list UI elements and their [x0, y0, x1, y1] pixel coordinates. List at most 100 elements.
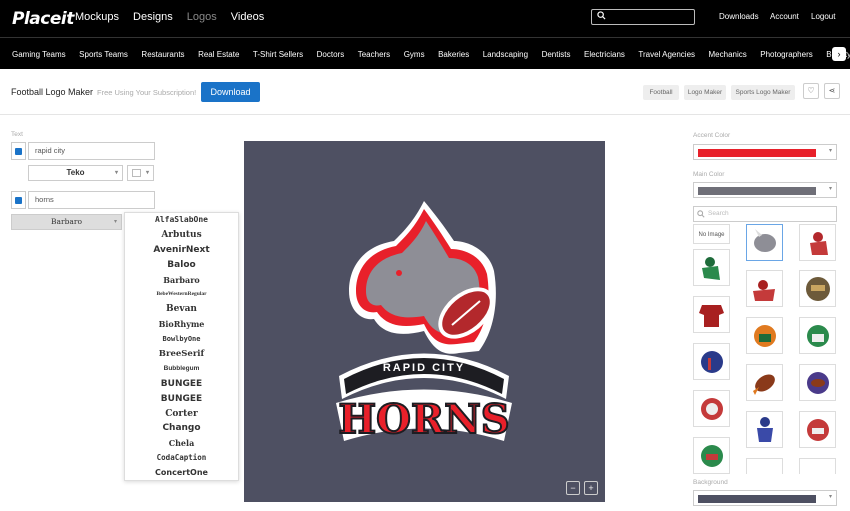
green-helmet-2-thumb[interactable] — [693, 437, 730, 474]
red-helmet-thumb[interactable] — [799, 411, 836, 448]
font-option[interactable]: Bevan — [125, 302, 238, 317]
font-option[interactable]: BreeSerif — [125, 347, 238, 362]
main-color-select[interactable]: ▾ — [693, 182, 837, 198]
text2-input[interactable]: horns — [28, 191, 155, 209]
chevron-down-icon: ▾ — [828, 186, 832, 192]
orange-helmet-thumb[interactable] — [746, 317, 783, 354]
zoom-in-button[interactable]: + — [584, 481, 598, 495]
page-subtitle: Free Using Your Subscription! — [97, 88, 197, 97]
category-item[interactable]: Gyms — [404, 50, 425, 59]
mascot-thumb[interactable] — [693, 390, 730, 427]
account-link[interactable]: Account — [770, 12, 799, 21]
logo-line2: HORNS — [338, 396, 509, 443]
font-option[interactable]: AlfaSlabOne — [125, 213, 238, 228]
text2-checkbox[interactable] — [11, 191, 26, 209]
placeit-logo[interactable]: Placeit — [12, 9, 74, 29]
blue-player-thumb[interactable] — [746, 411, 783, 448]
no-image-option[interactable]: No Image — [693, 224, 730, 244]
green-helmet-thumb[interactable] — [799, 317, 836, 354]
zoom-out-button[interactable]: − — [566, 481, 580, 495]
category-item[interactable]: Sports Teams — [79, 50, 128, 59]
font-option[interactable]: BowlbyOne — [125, 332, 238, 347]
font2-value: Barbaro — [51, 217, 82, 226]
category-item[interactable]: Landscaping — [483, 50, 528, 59]
font-option[interactable]: BioRhyme — [125, 317, 238, 332]
search-icon — [697, 210, 705, 218]
font-option[interactable]: ConcertOne — [125, 466, 238, 480]
font2-select[interactable]: Barbaro ▾ — [11, 214, 122, 230]
font-option[interactable]: AvenirNext — [125, 243, 238, 258]
graphic-search-input[interactable]: Search — [693, 206, 837, 222]
search-input[interactable] — [591, 9, 695, 25]
font-option[interactable]: BebeWesternRegular — [125, 287, 238, 302]
category-list: Gaming Teams Sports Teams Restaurants Real … — [12, 50, 850, 59]
heart-icon[interactable]: ♡ — [803, 83, 819, 99]
category-bar: Gaming Teams Sports Teams Restaurants Real … — [0, 37, 850, 69]
category-item[interactable]: Mechanics — [709, 50, 747, 59]
share-icon[interactable]: ⋖ — [824, 83, 840, 99]
accent-color-select[interactable]: ▾ — [693, 144, 837, 160]
blue-helmet-thumb[interactable] — [693, 343, 730, 380]
category-item[interactable]: Gaming Teams — [12, 50, 66, 59]
purple-ball-thumb[interactable] — [799, 364, 836, 401]
top-navigation-bar: Placeit Mockups Designs Logos Videos Dow… — [0, 0, 850, 37]
text1-color-select[interactable]: ▾ — [127, 165, 154, 181]
graphic-grid: No Image — [693, 224, 837, 474]
logout-link[interactable]: Logout — [811, 12, 835, 21]
accent-color-label: Accent Color — [693, 132, 731, 139]
font-option[interactable]: BUNGEE — [125, 392, 238, 407]
tag-logo-maker[interactable]: Logo Maker — [684, 85, 726, 100]
logo-canvas[interactable]: RAPID CITY HORNS — [244, 141, 605, 502]
download-button[interactable]: Download — [201, 82, 260, 102]
red-player-thumb[interactable] — [746, 270, 783, 307]
chevron-down-icon: ▾ — [828, 148, 832, 154]
background-color-select[interactable]: ▾ — [693, 490, 837, 506]
category-item[interactable]: T-Shirt Sellers — [253, 50, 303, 59]
text-label: Text — [11, 131, 23, 138]
tag-sports-logo-maker[interactable]: Sports Logo Maker — [731, 85, 795, 100]
category-item[interactable]: Photographers — [760, 50, 812, 59]
nav-designs[interactable]: Designs — [133, 11, 173, 23]
logo-artwork: RAPID CITY HORNS — [336, 201, 512, 444]
font1-select[interactable]: Teko ▾ — [28, 165, 123, 181]
category-item[interactable]: Travel Agencies — [638, 50, 695, 59]
page-title: Football Logo Maker — [11, 87, 94, 97]
text1-checkbox[interactable] — [11, 142, 26, 160]
search-placeholder: Search — [708, 210, 729, 217]
category-item[interactable]: Bakeries — [438, 50, 469, 59]
font-option[interactable]: Arbutus — [125, 228, 238, 243]
chevron-right-icon[interactable]: › — [832, 47, 846, 61]
font-option[interactable]: Bubblegum — [125, 362, 238, 377]
rhino-graphic-thumb[interactable] — [746, 224, 783, 261]
font-option[interactable]: Barbaro — [125, 273, 238, 288]
background-label: Background — [693, 479, 728, 486]
category-item[interactable]: Restaurants — [141, 50, 184, 59]
category-item[interactable]: Dentists — [542, 50, 571, 59]
tag-football[interactable]: Football — [643, 85, 679, 100]
nav-logos[interactable]: Logos — [187, 11, 217, 23]
downloads-link[interactable]: Downloads — [719, 12, 759, 21]
font-dropdown-menu[interactable]: AlfaSlabOne Arbutus AvenirNext Baloo Barbaro… — [124, 212, 239, 481]
font-option[interactable]: CodaCaption — [125, 451, 238, 466]
text1-input[interactable]: rapid city — [28, 142, 155, 160]
font-option[interactable]: Chela — [125, 436, 238, 451]
helmet-thumb[interactable] — [799, 270, 836, 307]
font-option[interactable]: Chango — [125, 421, 238, 436]
jersey-thumb[interactable] — [693, 296, 730, 333]
green-player-thumb[interactable] — [693, 249, 730, 286]
search-icon — [597, 11, 606, 20]
nav-videos[interactable]: Videos — [231, 11, 264, 23]
category-item[interactable]: Teachers — [358, 50, 390, 59]
flaming-ball-thumb[interactable] — [746, 364, 783, 401]
more-thumb-2[interactable] — [799, 458, 836, 474]
more-thumb-1[interactable] — [746, 458, 783, 474]
category-item[interactable]: Real Estate — [198, 50, 239, 59]
nav-mockups[interactable]: Mockups — [75, 11, 119, 23]
category-item[interactable]: Doctors — [317, 50, 345, 59]
category-item[interactable]: Electricians — [584, 50, 625, 59]
font-option[interactable]: Baloo — [125, 258, 238, 273]
chevron-down-icon: ▾ — [145, 170, 149, 176]
player-graphic-thumb[interactable] — [799, 224, 836, 261]
font-option[interactable]: BUNGEE — [125, 377, 238, 392]
font-option[interactable]: Corter — [125, 407, 238, 422]
